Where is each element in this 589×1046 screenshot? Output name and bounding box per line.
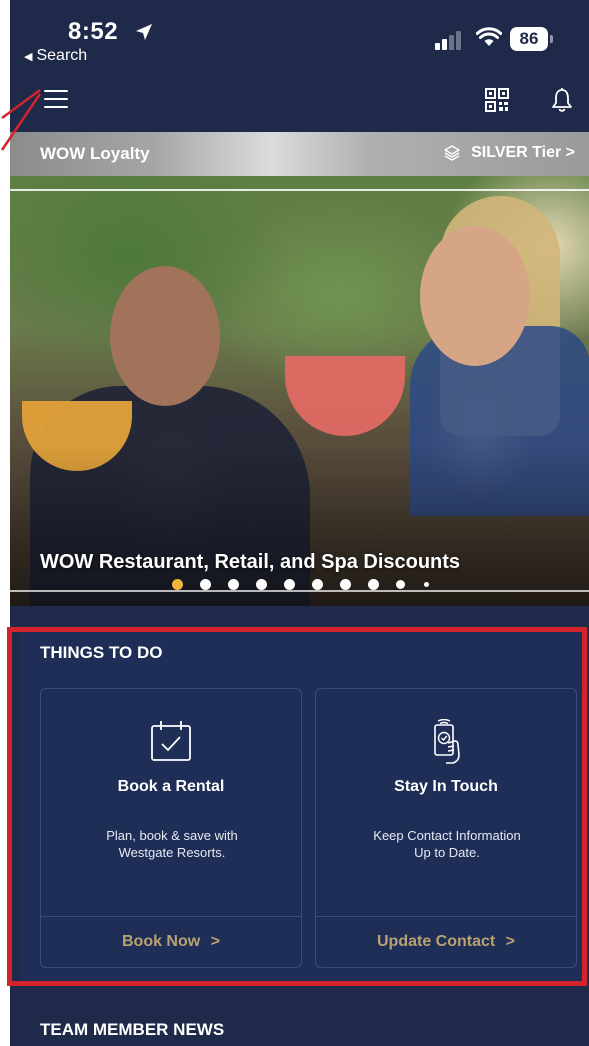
carousel-dot[interactable]	[200, 579, 211, 590]
status-time: 8:52	[68, 18, 119, 45]
book-rental-description: Plan, book & save with Westgate Resorts.	[81, 827, 263, 861]
location-arrow-icon	[136, 24, 152, 40]
hero-photo-part	[420, 226, 530, 366]
loyalty-bar[interactable]: WOW Loyalty SILVER Tier >	[10, 132, 589, 176]
carousel-dot[interactable]	[424, 582, 429, 587]
app-screen: 8:52 ◀ Search 86 WOW Loyalty SILVER Tier…	[10, 0, 589, 1046]
carousel-dot[interactable]	[172, 579, 183, 590]
book-rental-desc-line: Plan, book & save with	[106, 828, 238, 843]
card-divider	[316, 916, 576, 917]
hero-photo-part	[110, 266, 220, 406]
update-contact-label: Update Contact	[376, 933, 496, 950]
stay-in-touch-desc-line: Up to Date.	[414, 845, 480, 860]
qr-code-icon[interactable]	[485, 88, 509, 112]
stay-in-touch-title: Stay In Touch	[394, 778, 498, 795]
carousel-dot[interactable]	[312, 579, 323, 590]
carousel-dot[interactable]	[396, 580, 405, 589]
phone-hand-icon	[434, 719, 460, 764]
promo-carousel[interactable]: WOW Restaurant, Retail, and Spa Discount…	[10, 176, 589, 606]
things-to-do-title: THINGS TO DO	[40, 643, 163, 662]
carousel-dot[interactable]	[228, 579, 239, 590]
book-rental-title: Book a Rental	[117, 778, 225, 795]
tier-label: SILVER Tier >	[471, 144, 575, 161]
update-contact-link[interactable]: Update Contact >	[316, 933, 576, 951]
team-member-news-title: TEAM MEMBER NEWS	[40, 1020, 225, 1039]
stay-in-touch-card[interactable]: Stay In Touch Keep Contact Information U…	[315, 688, 577, 968]
back-triangle-icon: ◀	[24, 51, 33, 63]
carousel-divider	[10, 590, 589, 592]
book-rental-desc-line: Westgate Resorts.	[118, 845, 226, 860]
wifi-icon	[476, 27, 502, 46]
carousel-caption: WOW Restaurant, Retail, and Spa Discount…	[40, 551, 461, 573]
stay-in-touch-desc-line: Keep Contact Information	[373, 828, 521, 843]
carousel-dot[interactable]	[368, 579, 379, 590]
calendar-check-icon	[151, 721, 191, 761]
carousel-dot[interactable]	[340, 579, 351, 590]
tier-link[interactable]: SILVER Tier >	[443, 144, 575, 162]
loyalty-title: WOW Loyalty	[40, 144, 150, 163]
annotation-arrow-icon	[0, 88, 42, 151]
layers-icon	[444, 145, 460, 161]
back-to-search[interactable]: ◀ Search	[24, 47, 87, 65]
hero-photo-part	[285, 356, 405, 436]
bell-icon[interactable]	[550, 87, 574, 113]
hamburger-menu-icon[interactable]	[44, 88, 68, 110]
book-now-link[interactable]: Book Now >	[41, 933, 301, 951]
book-rental-card[interactable]: Book a Rental Plan, book & save with Wes…	[40, 688, 302, 968]
carousel-dot[interactable]	[284, 579, 295, 590]
chevron-right-icon: >	[210, 933, 220, 950]
battery-indicator: 86	[510, 27, 548, 51]
stay-in-touch-description: Keep Contact Information Up to Date.	[356, 827, 538, 861]
cellular-signal-icon	[435, 30, 465, 50]
book-now-label: Book Now	[121, 933, 201, 950]
card-divider	[41, 916, 301, 917]
carousel-dot[interactable]	[256, 579, 267, 590]
chevron-right-icon: >	[505, 933, 516, 950]
hero-gradient-overlay	[10, 446, 589, 606]
loyalty-divider	[10, 189, 589, 191]
battery-tip	[550, 35, 553, 43]
back-label: Search	[36, 47, 88, 64]
